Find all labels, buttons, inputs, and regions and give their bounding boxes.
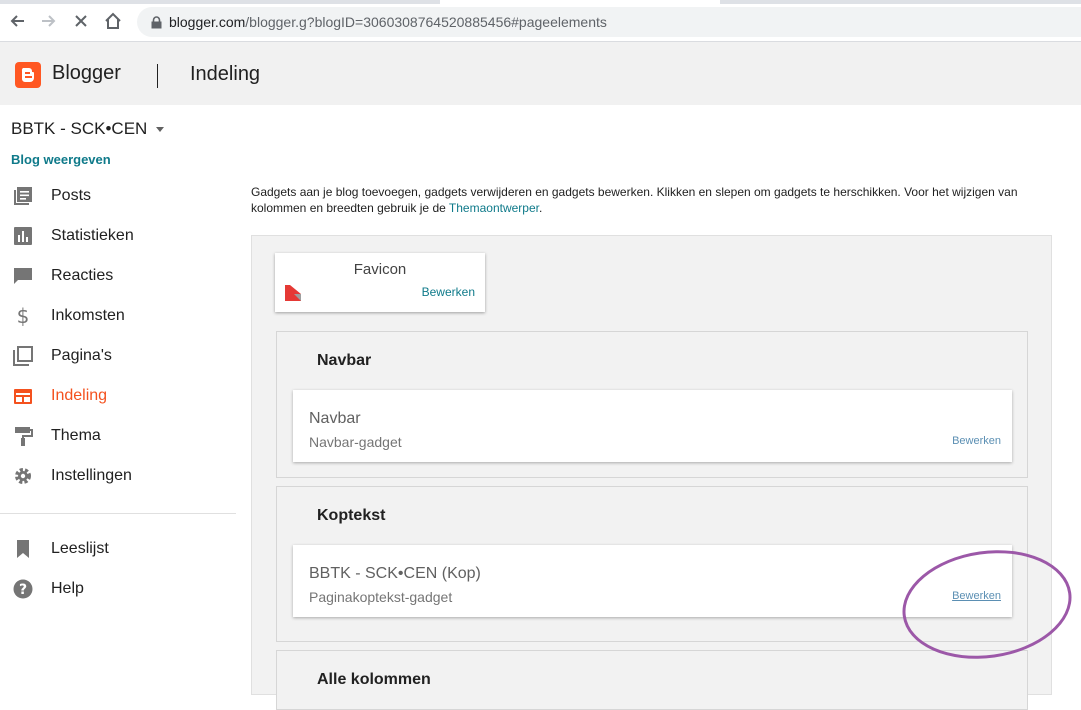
app-header: Blogger Indeling: [0, 42, 1081, 105]
all-columns-section: Alle kolommen: [276, 650, 1028, 710]
sidebar: BBTK - SCK•CEN Blog weergeven Posts Stat…: [0, 105, 236, 683]
sidebar-item-label: Leeslijst: [51, 540, 109, 557]
posts-icon: [12, 185, 34, 207]
url-path: /blogger.g?blogID=3060308764520885456#pa…: [245, 14, 607, 30]
lock-icon: [149, 15, 163, 29]
tab-strip-right: [720, 0, 1081, 4]
gear-icon: [12, 465, 34, 487]
sidebar-item-label: Inkomsten: [51, 307, 125, 324]
sidebar-item-statistieken[interactable]: Statistieken: [0, 216, 236, 256]
favicon-image-icon: [285, 285, 301, 301]
forward-arrow-icon[interactable]: [39, 10, 59, 32]
blog-name: BBTK - SCK•CEN: [11, 119, 148, 138]
sidebar-item-leeslijst[interactable]: Leeslijst: [0, 529, 236, 569]
browser-toolbar: blogger.com/blogger.g?blogID=30603087645…: [0, 0, 1081, 42]
tab-strip-left: [0, 0, 440, 4]
section-title: Koptekst: [317, 507, 386, 524]
address-bar[interactable]: blogger.com/blogger.g?blogID=30603087645…: [137, 7, 1081, 37]
view-blog-link[interactable]: Blog weergeven: [11, 152, 111, 167]
intro-text: Gadgets aan je blog toevoegen, gadgets v…: [251, 185, 1018, 215]
favicon-edit-link[interactable]: Bewerken: [422, 285, 475, 299]
pages-icon: [12, 345, 34, 367]
stats-icon: [12, 225, 34, 247]
page-title: Indeling: [190, 63, 261, 85]
sidebar-item-indeling[interactable]: Indeling: [0, 376, 236, 416]
home-icon[interactable]: [103, 10, 123, 32]
paint-roller-icon: [12, 425, 34, 447]
gadget-title: BBTK - SCK•CEN (Kop): [309, 565, 481, 582]
sidebar-item-paginas[interactable]: Pagina's: [0, 336, 236, 376]
intro-text-block: Gadgets aan je blog toevoegen, gadgets v…: [251, 184, 1031, 216]
dollar-icon: $: [12, 305, 34, 327]
section-title: Alle kolommen: [317, 671, 431, 688]
svg-text:$: $: [17, 306, 30, 326]
sidebar-item-label: Indeling: [51, 387, 108, 404]
gadget-subtitle: Navbar-gadget: [309, 434, 402, 450]
bookmark-icon: [12, 538, 34, 560]
blog-selector[interactable]: BBTK - SCK•CEN: [11, 119, 165, 139]
layout-icon: [12, 385, 34, 407]
blogger-logo-icon[interactable]: [15, 62, 41, 88]
brand-name[interactable]: Blogger: [52, 62, 121, 85]
stop-icon[interactable]: [71, 10, 91, 32]
comments-icon: [12, 265, 34, 287]
gadget-title: Navbar: [309, 410, 361, 427]
header-divider: [157, 64, 158, 88]
section-title: Navbar: [317, 352, 372, 369]
navbar-edit-link[interactable]: Bewerken: [952, 435, 1001, 447]
theme-designer-link[interactable]: Themaontwerper: [449, 201, 539, 215]
sidebar-divider: [0, 513, 236, 514]
url-host: blogger.com: [169, 14, 246, 30]
sidebar-item-help[interactable]: ? Help: [0, 569, 236, 609]
sidebar-item-posts[interactable]: Posts: [0, 176, 236, 216]
back-arrow-icon[interactable]: [7, 10, 27, 32]
sidebar-item-inkomsten[interactable]: $ Inkomsten: [0, 296, 236, 336]
favicon-gadget[interactable]: Favicon Bewerken: [275, 253, 485, 312]
sidebar-item-label: Help: [51, 580, 84, 597]
sidebar-item-thema[interactable]: Thema: [0, 416, 236, 456]
favicon-title: Favicon: [353, 261, 407, 278]
sidebar-item-label: Thema: [51, 427, 101, 444]
svg-text:?: ?: [19, 582, 27, 598]
chevron-down-icon: [156, 126, 165, 132]
navbar-gadget[interactable]: Navbar Navbar-gadget Bewerken: [293, 390, 1012, 462]
help-icon: ?: [12, 578, 34, 600]
sidebar-item-label: Statistieken: [51, 227, 134, 244]
navbar-section: Navbar Navbar Navbar-gadget Bewerken: [276, 331, 1028, 478]
gadget-subtitle: Paginakoptekst-gadget: [309, 589, 453, 605]
sidebar-item-reacties[interactable]: Reacties: [0, 256, 236, 296]
sidebar-item-label: Instellingen: [51, 467, 132, 484]
sidebar-item-label: Reacties: [51, 267, 114, 284]
sidebar-item-label: Pagina's: [51, 347, 112, 364]
sidebar-item-label: Posts: [51, 187, 92, 204]
intro-period: .: [538, 201, 543, 215]
sidebar-item-instellingen[interactable]: Instellingen: [0, 456, 236, 496]
